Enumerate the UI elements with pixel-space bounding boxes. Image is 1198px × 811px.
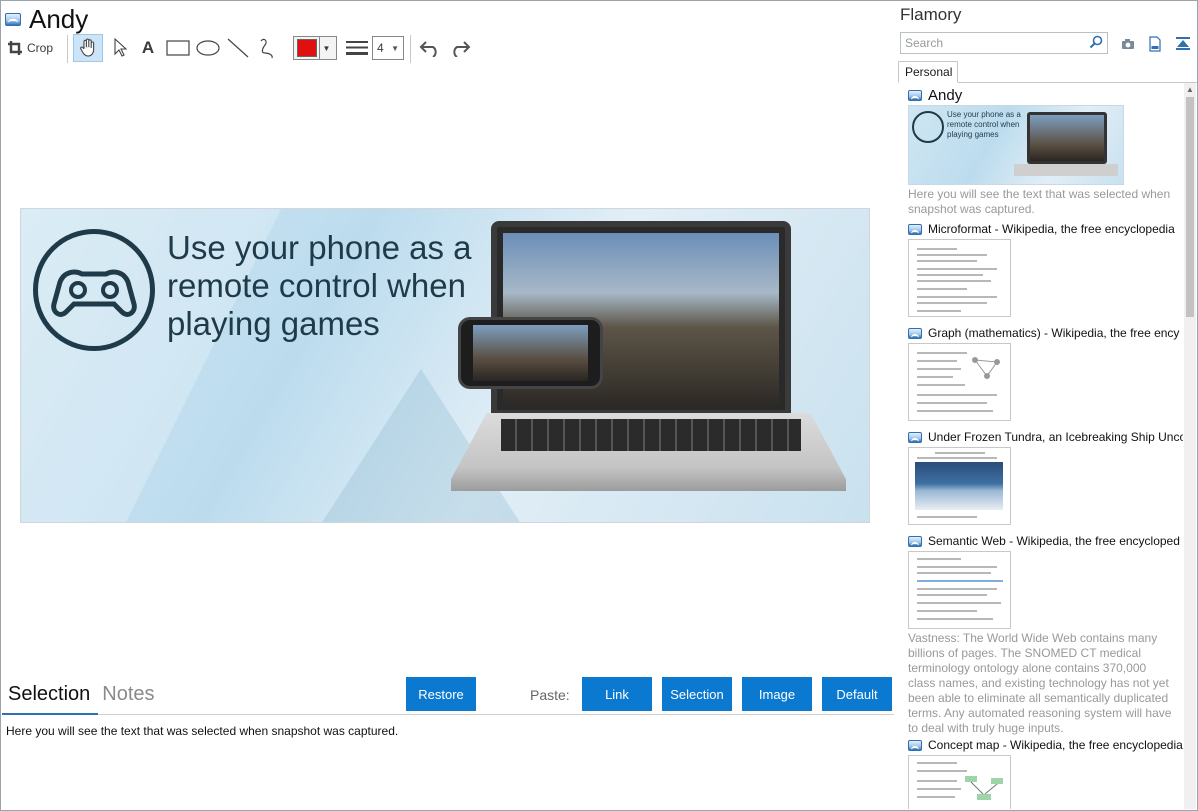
list-item-title: Microformat - Wikipedia, the free encycl… bbox=[908, 221, 1183, 237]
list-item-thumbnail bbox=[908, 551, 1011, 629]
paste-selection-button[interactable]: Selection bbox=[662, 677, 732, 711]
list-item-thumbnail bbox=[908, 447, 1011, 525]
list-item[interactable]: Graph (mathematics) - Wikipedia, the fre… bbox=[908, 325, 1183, 421]
chevron-down-icon: ▼ bbox=[391, 43, 399, 53]
details-panel: Selection Notes Restore Paste: Link Sele… bbox=[2, 677, 895, 811]
paste-default-button[interactable]: Default bbox=[822, 677, 892, 711]
redo-button[interactable] bbox=[447, 34, 473, 62]
page-icon bbox=[908, 89, 922, 101]
keyboard bbox=[501, 419, 801, 451]
list-item-title: Concept map - Wikipedia, the free encycl… bbox=[908, 737, 1183, 753]
list-item-thumbnail: Use your phone as a remote control when … bbox=[908, 105, 1124, 185]
title-row: Andy bbox=[5, 5, 88, 33]
list-item-thumbnail bbox=[908, 755, 1011, 809]
text-icon: A bbox=[141, 38, 155, 57]
pointer-icon bbox=[114, 38, 127, 57]
tab-selection[interactable]: Selection bbox=[8, 683, 90, 714]
crop-button[interactable]: Crop bbox=[7, 34, 63, 62]
list-item-thumbnail bbox=[908, 239, 1011, 317]
flamory-sidebar: Flamory Search Personal Andy Use your ph… bbox=[896, 1, 1197, 809]
list-item[interactable]: Under Frozen Tundra, an Icebreaking Ship… bbox=[908, 429, 1183, 525]
page-icon bbox=[908, 535, 922, 547]
scrollbar-thumb[interactable] bbox=[1186, 97, 1194, 317]
toolbar: Crop A ▼ 4 ▼ bbox=[5, 34, 505, 63]
snapshot-image[interactable]: Use your phone as a remote control when … bbox=[20, 208, 870, 523]
paste-image-button[interactable]: Image bbox=[742, 677, 812, 711]
hand-tool-button[interactable] bbox=[73, 34, 103, 62]
toolbar-divider bbox=[67, 35, 68, 63]
hand-icon bbox=[80, 38, 95, 57]
camera-icon[interactable] bbox=[1119, 35, 1137, 53]
thumbnail-text: Use your phone as a remote control when … bbox=[947, 110, 1021, 139]
page-icon bbox=[908, 223, 922, 235]
laptop-screen bbox=[1027, 112, 1107, 164]
search-placeholder: Search bbox=[905, 36, 944, 50]
snapshot-list: Andy Use your phone as a remote control … bbox=[896, 83, 1185, 809]
ship-photo bbox=[915, 462, 1003, 510]
line-style-button[interactable] bbox=[344, 34, 370, 62]
undo-button[interactable] bbox=[417, 34, 443, 62]
list-item-thumbnail bbox=[908, 343, 1011, 421]
freehand-icon bbox=[260, 38, 273, 59]
rectangle-icon bbox=[166, 40, 190, 56]
sidebar-title: Flamory bbox=[900, 5, 962, 24]
line-width-value: 4 bbox=[377, 41, 384, 55]
page-icon bbox=[908, 431, 922, 443]
line-icon bbox=[227, 38, 249, 58]
page-icon bbox=[908, 739, 922, 751]
ellipse-tool-button[interactable] bbox=[195, 34, 221, 62]
undo-icon bbox=[419, 41, 437, 57]
list-item[interactable]: Microformat - Wikipedia, the free encycl… bbox=[908, 221, 1183, 317]
line-tool-button[interactable] bbox=[225, 34, 251, 62]
restore-button[interactable]: Restore bbox=[406, 677, 476, 711]
tab-notes[interactable]: Notes bbox=[102, 683, 154, 714]
list-item[interactable]: Semantic Web - Wikipedia, the free encyc… bbox=[908, 533, 1183, 736]
list-item-description: Vastness: The World Wide Web contains ma… bbox=[908, 631, 1172, 735]
color-swatch bbox=[297, 39, 317, 57]
crop-icon bbox=[7, 40, 23, 56]
list-item-title: Graph (mathematics) - Wikipedia, the fre… bbox=[908, 325, 1183, 341]
paste-link-button[interactable]: Link bbox=[582, 677, 652, 711]
detail-tabs: Selection Notes bbox=[8, 683, 167, 714]
ad-headline: Use your phone as a remote control when … bbox=[167, 229, 472, 342]
list-item-description: Here you will see the text that was sele… bbox=[908, 187, 1171, 216]
toolbar-divider bbox=[410, 35, 411, 63]
ellipse-icon bbox=[196, 40, 220, 56]
line-width-icon bbox=[346, 41, 368, 55]
tab-personal[interactable]: Personal bbox=[898, 61, 958, 83]
document-icon[interactable] bbox=[1146, 35, 1164, 53]
paste-label: Paste: bbox=[530, 687, 570, 703]
pointer-tool-button[interactable] bbox=[108, 34, 132, 62]
search-icon[interactable] bbox=[1089, 35, 1103, 52]
list-item-title: Semantic Web - Wikipedia, the free encyc… bbox=[908, 533, 1183, 549]
phone bbox=[458, 317, 603, 389]
line-width-select[interactable]: 4 ▼ bbox=[372, 36, 404, 60]
crop-label: Crop bbox=[27, 41, 54, 55]
page-icon bbox=[5, 12, 21, 26]
redo-icon bbox=[453, 41, 471, 57]
freehand-tool-button[interactable] bbox=[255, 34, 281, 62]
scroll-up-icon[interactable]: ▲ bbox=[1186, 85, 1194, 94]
collapse-up-icon[interactable] bbox=[1174, 35, 1192, 53]
sidebar-scrollbar[interactable]: ▲ bbox=[1184, 83, 1196, 809]
page-title: Andy bbox=[29, 4, 89, 34]
selection-text[interactable]: Here you will see the text that was sele… bbox=[6, 724, 398, 738]
list-item-title: Under Frozen Tundra, an Icebreaking Ship… bbox=[908, 429, 1183, 445]
search-input[interactable]: Search bbox=[900, 32, 1108, 54]
list-item[interactable]: Andy Use your phone as a remote control … bbox=[908, 87, 1183, 217]
laptop-base bbox=[1014, 164, 1118, 176]
editor-pane: Andy Crop A ▼ 4 ▼ Use your phone as a re… bbox=[1, 1, 894, 809]
color-picker[interactable]: ▼ bbox=[293, 36, 337, 60]
active-tab-indicator bbox=[2, 713, 98, 715]
gamepad-icon bbox=[33, 229, 155, 351]
text-tool-button[interactable]: A bbox=[136, 34, 160, 62]
rectangle-tool-button[interactable] bbox=[165, 34, 191, 62]
gamepad-icon bbox=[912, 111, 944, 143]
page-icon bbox=[908, 327, 922, 339]
list-item-title: Andy bbox=[908, 87, 1183, 103]
chevron-down-icon: ▼ bbox=[319, 37, 333, 59]
tab-divider bbox=[2, 714, 894, 715]
list-item[interactable]: Concept map - Wikipedia, the free encycl… bbox=[908, 737, 1183, 809]
